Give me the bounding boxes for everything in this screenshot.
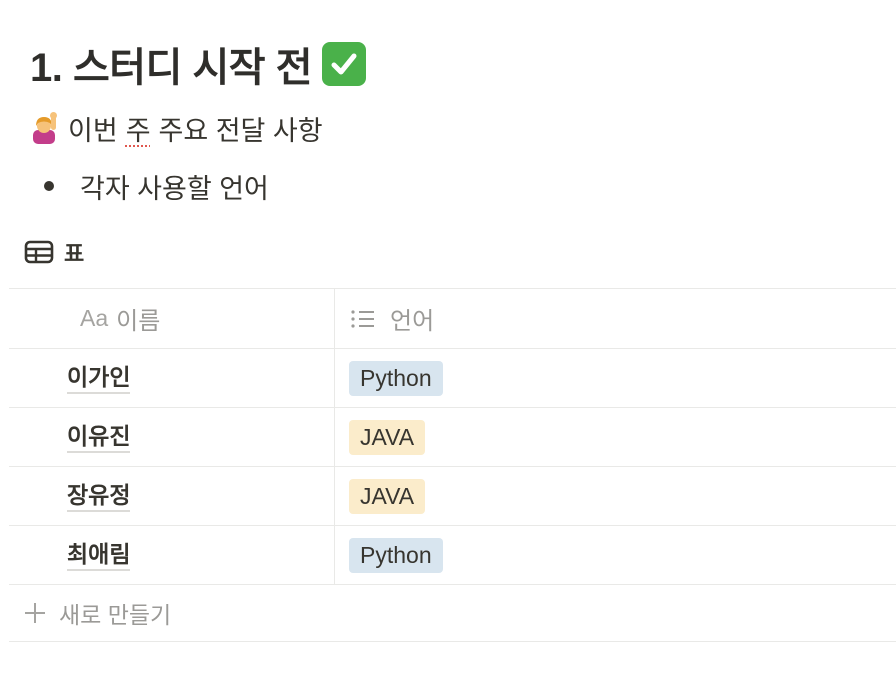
language-tag: JAVA [349, 478, 426, 514]
database-title[interactable]: 표 [24, 236, 84, 268]
database-title-text: 표 [64, 241, 85, 266]
name-cell[interactable]: 최애림 [9, 526, 335, 584]
list-icon [350, 308, 376, 330]
language-tag: Python [349, 360, 443, 396]
name-cell[interactable]: 이가인 [9, 349, 335, 407]
callout-text-1: 이번 [68, 115, 118, 146]
language-tag: JAVA [349, 419, 426, 455]
database-table: Aa 이름 언어 이가인 Python 이유진 JAVA 장유정 JAVA 최애… [9, 288, 896, 642]
text-property-icon: Aa [80, 305, 109, 331]
new-row-button[interactable]: 새로 만들기 [9, 585, 896, 642]
bullet-text: 각자 사용할 언어 [80, 173, 269, 204]
table-icon [24, 240, 54, 264]
language-cell[interactable]: JAVA [335, 408, 896, 466]
bullet-dot-icon [44, 181, 54, 191]
language-cell[interactable]: Python [335, 349, 896, 407]
bullet-item[interactable]: 각자 사용할 언어 [44, 166, 269, 206]
person-raising-hand-icon [30, 112, 60, 144]
name-cell[interactable]: 장유정 [9, 467, 335, 525]
column-header-language[interactable]: 언어 [335, 289, 896, 348]
table-header: Aa 이름 언어 [9, 288, 896, 349]
language-cell[interactable]: JAVA [335, 467, 896, 525]
column-header-label: 이름 [116, 308, 161, 335]
row-title-link[interactable]: 이가인 [67, 363, 131, 394]
callout-text-2: 주요 전달 사항 [158, 115, 323, 146]
column-header-name[interactable]: Aa 이름 [9, 289, 335, 348]
name-cell[interactable]: 이유진 [9, 408, 335, 466]
row-title-link[interactable]: 이유진 [67, 422, 131, 453]
language-cell[interactable]: Python [335, 526, 896, 584]
heading-text: 1. 스터디 시작 전 [30, 46, 313, 90]
row-title-link[interactable]: 장유정 [67, 481, 131, 512]
page-heading: 1. 스터디 시작 전 [30, 36, 366, 92]
new-row-label: 새로 만들기 [59, 602, 172, 628]
row-title-link[interactable]: 최애림 [67, 540, 131, 571]
table-row[interactable]: 이가인 Python [9, 349, 896, 408]
table-row[interactable]: 장유정 JAVA [9, 467, 896, 526]
check-mark-button-icon [322, 42, 366, 86]
table-row[interactable]: 이유진 JAVA [9, 408, 896, 467]
table-row[interactable]: 최애림 Python [9, 526, 896, 585]
language-tag: Python [349, 537, 443, 573]
callout-text-spellcheck: 주 [125, 115, 151, 146]
notice-line: 이번 주 주요 전달 사항 [30, 108, 323, 148]
plus-icon [23, 601, 47, 625]
column-header-label: 언어 [390, 308, 435, 335]
